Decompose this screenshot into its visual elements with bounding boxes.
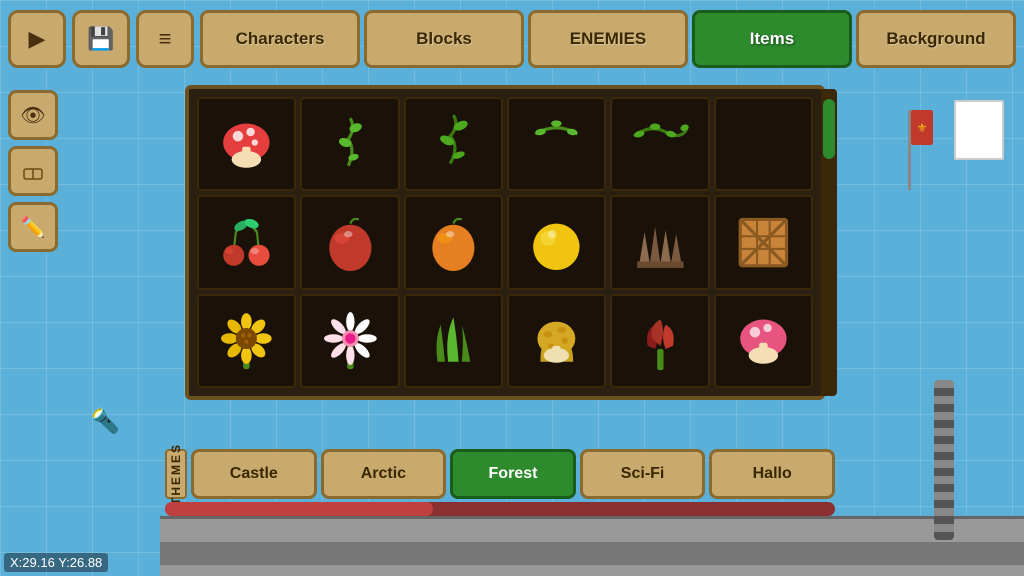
item-vine1[interactable] (300, 97, 399, 191)
mushroom-pink-svg (730, 309, 797, 372)
vine1-svg (317, 113, 384, 176)
progress-bar (165, 502, 835, 516)
theme-castle[interactable]: Castle (191, 449, 317, 499)
item-vine2[interactable] (404, 97, 503, 191)
vine-chain2-svg (627, 113, 694, 176)
flag-decoration: ⚜ (904, 110, 934, 190)
mushroom-yellow-svg (523, 309, 590, 372)
theme-forest[interactable]: Forest (450, 449, 576, 499)
vine-chain1-svg (523, 113, 590, 176)
progress-fill (165, 502, 433, 516)
scrollbar-thumb[interactable] (823, 99, 835, 159)
spikes-svg (627, 211, 694, 274)
item-red-plant[interactable] (610, 294, 709, 388)
item-mushroom-pink[interactable] (714, 294, 813, 388)
item-mushroom-red[interactable] (197, 97, 296, 191)
nav-tabs: Characters Blocks ENEMIES Items Backgrou… (200, 10, 1016, 68)
paper-decoration (954, 100, 1004, 160)
theme-scifi[interactable]: Sci-Fi (580, 449, 706, 499)
daisy-svg (317, 309, 384, 372)
theme-hallo[interactable]: Hallo (709, 449, 835, 499)
toolbar: ▶ 💾 ≡ Characters Blocks ENEMIES Items Ba… (0, 0, 1024, 78)
theme-bar: THEMES Castle Arctic Forest Sci-Fi Hallo (165, 446, 835, 501)
cherry-svg (213, 211, 280, 274)
item-vine-chain2[interactable] (610, 97, 709, 191)
eye-tool-button[interactable]: 👁 (8, 90, 58, 140)
panel-scrollbar[interactable] (821, 89, 837, 396)
item-sunflower[interactable] (197, 294, 296, 388)
theme-arctic[interactable]: Arctic (321, 449, 447, 499)
play-button[interactable]: ▶ (8, 10, 66, 68)
item-grass[interactable] (404, 294, 503, 388)
orange-svg (523, 211, 590, 274)
torch-decoration: 🔦 (90, 407, 120, 436)
coordinates-display: X:29.16 Y:26.88 (4, 553, 108, 572)
item-panel (185, 85, 825, 400)
tab-items[interactable]: Items (692, 10, 852, 68)
crate-svg (730, 211, 797, 274)
item-apple-orange[interactable] (404, 195, 503, 289)
tab-background[interactable]: Background (856, 10, 1016, 68)
tab-characters[interactable]: Characters (200, 10, 360, 68)
apple-red-svg (317, 211, 384, 274)
mushroom-red-svg (213, 113, 280, 176)
item-empty[interactable] (714, 97, 813, 191)
item-mushroom-yellow[interactable] (507, 294, 606, 388)
item-cherry[interactable] (197, 195, 296, 289)
item-orange[interactable] (507, 195, 606, 289)
item-daisy[interactable] (300, 294, 399, 388)
vine2-svg (420, 113, 487, 176)
grass-svg (420, 309, 487, 372)
red-plant-svg (627, 309, 694, 372)
eraser-tool-button[interactable] (8, 146, 58, 196)
item-apple-red[interactable] (300, 195, 399, 289)
save-button[interactable]: 💾 (72, 10, 130, 68)
item-vine-chain1[interactable] (507, 97, 606, 191)
eraser-icon (21, 159, 45, 183)
tab-blocks[interactable]: Blocks (364, 10, 524, 68)
pencil-tool-button[interactable]: ✏️ (8, 202, 58, 252)
tab-enemies[interactable]: ENEMIES (528, 10, 688, 68)
themes-label: THEMES (165, 449, 187, 499)
left-tools: 👁 ✏️ (8, 90, 58, 252)
apple-orange-svg (420, 211, 487, 274)
item-crate[interactable] (714, 195, 813, 289)
item-spikes[interactable] (610, 195, 709, 289)
menu-button[interactable]: ≡ (136, 10, 194, 68)
chain-decoration (934, 380, 954, 540)
sunflower-svg (213, 309, 280, 372)
